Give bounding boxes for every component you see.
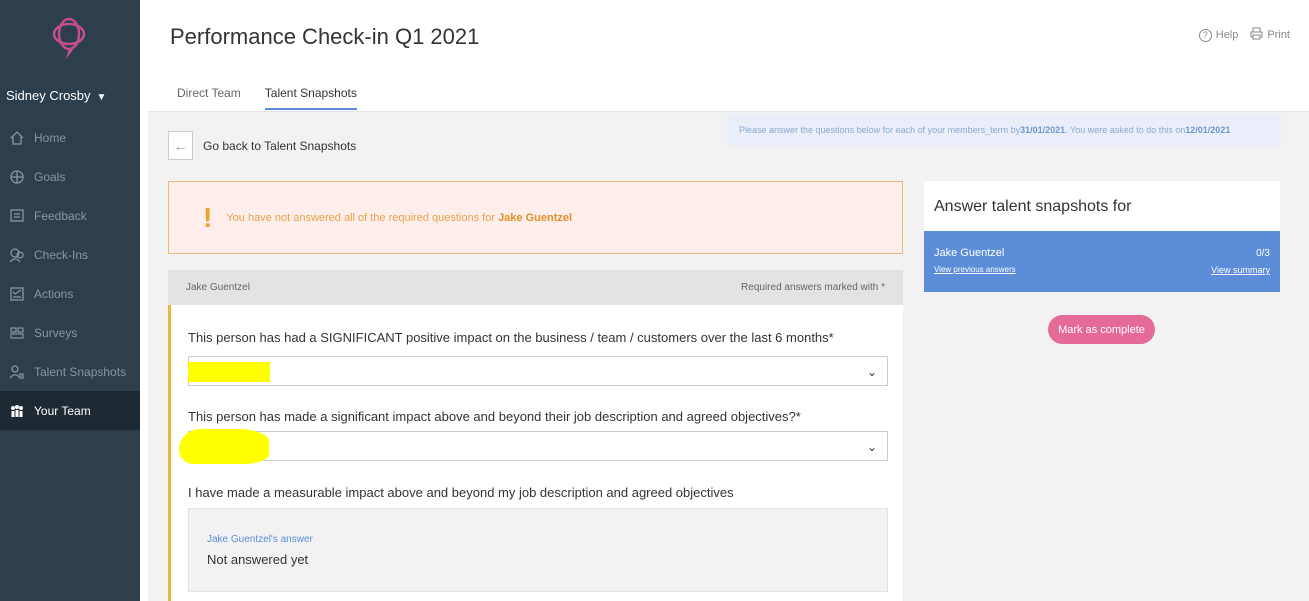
sidebar-item-label: Goals: [34, 169, 66, 184]
sidebar-item-home[interactable]: Home: [0, 118, 140, 157]
surveys-icon: [8, 324, 26, 342]
sidebar-item-actions[interactable]: Actions: [0, 274, 140, 313]
tab-direct-team[interactable]: Direct Team: [177, 86, 241, 110]
answer-label: Jake Guentzel's answer: [207, 534, 313, 545]
help-link[interactable]: ? Help: [1198, 28, 1239, 42]
arrow-left-icon: ←: [173, 137, 188, 154]
sidebar: Sidney Crosby ▼ Home Goals Feedback Check…: [0, 0, 140, 601]
sidebar-item-label: Surveys: [34, 325, 78, 340]
info-middle: . You were asked to do this on: [1065, 125, 1186, 135]
home-icon: [8, 129, 26, 147]
talent-snapshots-icon: [8, 363, 26, 381]
team-icon: [8, 402, 26, 420]
back-link[interactable]: Go back to Talent Snapshots: [203, 139, 356, 153]
answer-box: Jake Guentzel's answer Not answered yet: [188, 508, 888, 592]
snapshot-panel-title: Answer talent snapshots for: [934, 198, 1132, 215]
warning-text: You have not answered all of the require…: [226, 211, 495, 224]
app-logo-icon[interactable]: [45, 14, 93, 62]
sidebar-item-talent-snapshots[interactable]: Talent Snapshots: [0, 352, 140, 391]
answer-count: 0/3: [1256, 248, 1270, 259]
help-label: Help: [1215, 29, 1239, 41]
question-1-select[interactable]: ⌄: [188, 356, 888, 386]
print-icon: [1250, 27, 1263, 43]
sidebar-item-label: Feedback: [34, 208, 87, 223]
tab-talent-snapshots[interactable]: Talent Snapshots: [264, 86, 357, 110]
chevron-down-icon: ⌄: [866, 440, 877, 454]
question-2-label: This person has made a significant impac…: [188, 409, 801, 424]
user-name: Sidney Crosby: [6, 88, 91, 103]
mark-complete-button[interactable]: Mark as complete: [1048, 315, 1155, 344]
warning-name: Jake Guentzel: [498, 211, 573, 224]
sidebar-nav: Home Goals Feedback Check-Ins Actions Su…: [0, 118, 140, 430]
chevron-down-icon: ⌄: [866, 365, 877, 379]
actions-icon: [8, 285, 26, 303]
back-button[interactable]: ←: [168, 131, 193, 160]
person-card[interactable]: Jake Guentzel 0/3 View previous answers …: [924, 231, 1280, 292]
print-link[interactable]: Print: [1250, 27, 1290, 43]
snapshot-panel: Answer talent snapshots for Jake Guentze…: [924, 181, 1280, 292]
sidebar-item-label: Actions: [34, 286, 74, 301]
exclamation-icon: !: [203, 201, 213, 233]
info-prefix: Please answer the questions below for ea…: [739, 125, 1021, 135]
user-menu[interactable]: Sidney Crosby ▼: [6, 88, 106, 103]
feedback-icon: [8, 207, 26, 225]
sidebar-item-surveys[interactable]: Surveys: [0, 313, 140, 352]
check-ins-icon: [8, 246, 26, 264]
highlight-mark: [179, 429, 269, 464]
warning-banner: ! You have not answered all of the requi…: [168, 181, 903, 254]
info-due-date: 31/01/2021: [1020, 125, 1066, 135]
required-note: Required answers marked with *: [741, 282, 885, 293]
answer-value: Not answered yet: [207, 552, 309, 567]
question-3-label: I have made a measurable impact above an…: [188, 485, 734, 500]
target-icon: [8, 168, 26, 186]
info-banner: Please answer the questions below for ea…: [727, 114, 1281, 146]
person-name: Jake Guentzel: [934, 247, 1005, 259]
questions-panel: This person has had a SIGNIFICANT positi…: [168, 305, 903, 601]
sidebar-item-feedback[interactable]: Feedback: [0, 196, 140, 235]
tabs: Direct Team Talent Snapshots: [177, 86, 357, 110]
highlight-mark: [188, 362, 270, 382]
help-icon: ?: [1198, 28, 1212, 42]
sidebar-item-label: Your Team: [34, 403, 91, 418]
sidebar-item-your-team[interactable]: Your Team: [0, 391, 140, 430]
info-asked-date: 12/01/2021: [1185, 125, 1231, 135]
caret-down-icon: ▼: [96, 92, 107, 103]
sidebar-item-label: Home: [34, 130, 67, 145]
sidebar-item-check-ins[interactable]: Check-Ins: [0, 235, 140, 274]
questions-header: Jake Guentzel Required answers marked wi…: [168, 270, 903, 305]
sidebar-item-label: Talent Snapshots: [34, 364, 127, 379]
sidebar-item-label: Check-Ins: [34, 247, 89, 262]
questions-person: Jake Guentzel: [186, 282, 250, 293]
question-2-select[interactable]: ⌄: [188, 431, 888, 461]
view-previous-answers-link[interactable]: View previous answers: [934, 265, 1016, 274]
sidebar-item-goals[interactable]: Goals: [0, 157, 140, 196]
page-title: Performance Check-in Q1 2021: [170, 24, 480, 49]
question-1-label: This person has had a SIGNIFICANT positi…: [188, 330, 834, 345]
print-label: Print: [1267, 29, 1290, 41]
header-actions: ? Help Print: [1198, 27, 1290, 43]
view-summary-link[interactable]: View summary: [1211, 265, 1270, 275]
